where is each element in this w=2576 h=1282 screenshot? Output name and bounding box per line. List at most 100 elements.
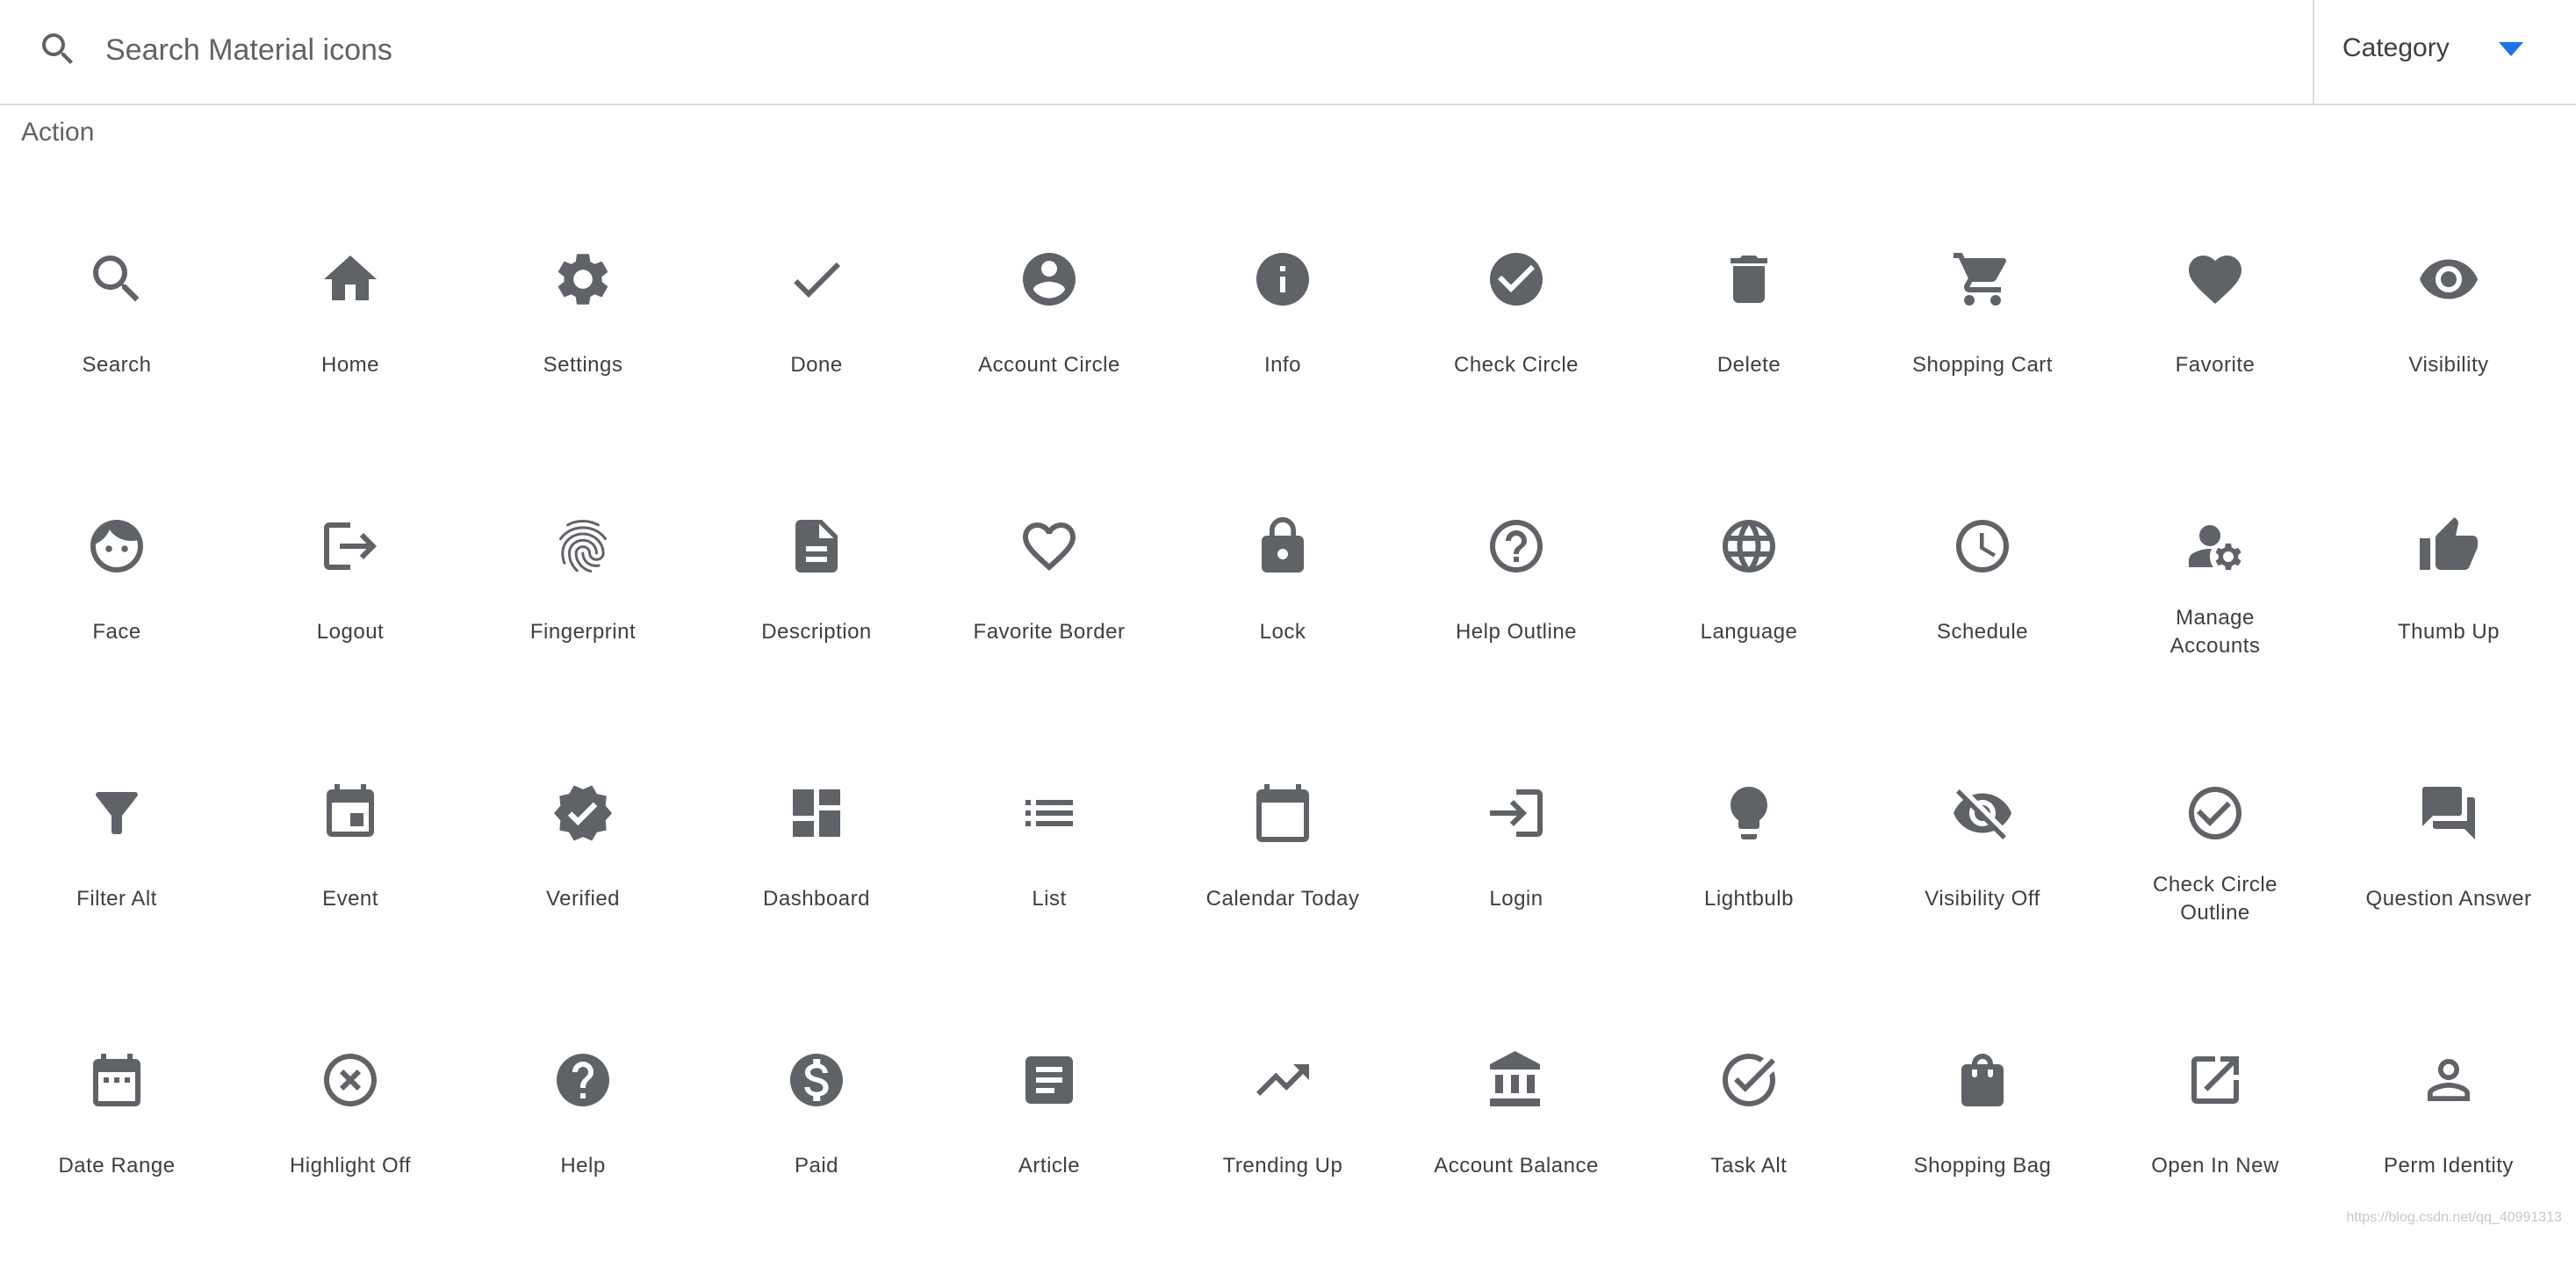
icon-label: Filter Alt bbox=[76, 887, 157, 911]
icon-label: Home bbox=[320, 353, 380, 377]
icon-tile-info[interactable]: Info bbox=[1166, 218, 1400, 481]
icon-label: Thumb Up bbox=[2397, 620, 2500, 644]
icon-label: Description bbox=[761, 620, 872, 644]
face-icon bbox=[85, 515, 148, 578]
icon-tile-settings[interactable]: Settings bbox=[466, 218, 700, 481]
icon-label: Trending Up bbox=[1222, 1154, 1343, 1178]
icon-tile-perm-identity[interactable]: Perm Identity bbox=[2332, 1019, 2565, 1282]
icon-tile-visibility-off[interactable]: Visibility Off bbox=[1866, 752, 2099, 1015]
icon-tile-article[interactable]: Article bbox=[932, 1019, 1166, 1282]
icon-label: Dashboard bbox=[763, 887, 870, 911]
done-icon bbox=[785, 248, 848, 311]
language-icon bbox=[1717, 515, 1781, 578]
icon-label: Question Answer bbox=[2365, 887, 2532, 911]
icon-grid: Search Home Settings Done Account Circle Info… bbox=[0, 0, 2576, 1231]
icon-tile-open-in-new[interactable]: Open In New bbox=[2098, 1019, 2332, 1282]
highlight-off-icon bbox=[319, 1048, 382, 1112]
icon-tile-delete[interactable]: Delete bbox=[1632, 218, 1866, 481]
icon-tile-calendar-today[interactable]: Calendar Today bbox=[1166, 752, 1400, 1015]
icon-tile-shopping-bag[interactable]: Shopping Bag bbox=[1866, 1019, 2099, 1282]
icon-tile-verified[interactable]: Verified bbox=[466, 752, 700, 1015]
icon-tile-filter-alt[interactable]: Filter Alt bbox=[0, 752, 234, 1015]
icon-label: Visibility bbox=[2408, 353, 2489, 377]
help-outline-icon bbox=[1485, 515, 1548, 578]
shopping-bag-icon bbox=[1951, 1048, 2014, 1112]
icon-label: Info bbox=[1263, 353, 1302, 377]
icon-tile-lightbulb[interactable]: Lightbulb bbox=[1632, 752, 1866, 1015]
icon-label: Help Outline bbox=[1455, 620, 1578, 644]
logout-icon bbox=[319, 515, 382, 578]
icon-tile-schedule[interactable]: Schedule bbox=[1866, 485, 2099, 748]
check-circle-outline-icon bbox=[2184, 781, 2247, 845]
icon-tile-done[interactable]: Done bbox=[700, 218, 933, 481]
icon-label: Favorite bbox=[2175, 353, 2256, 377]
visibility-off-icon bbox=[1951, 781, 2014, 845]
icon-tile-home[interactable]: Home bbox=[234, 218, 467, 481]
paid-icon bbox=[785, 1048, 848, 1112]
icon-label: Calendar Today bbox=[1205, 887, 1360, 911]
check-circle-icon bbox=[1485, 248, 1548, 311]
icon-label: Perm Identity bbox=[2384, 1154, 2514, 1178]
description-icon bbox=[785, 515, 848, 578]
icon-tile-paid[interactable]: Paid bbox=[700, 1019, 933, 1282]
icon-tile-dashboard[interactable]: Dashboard bbox=[700, 752, 933, 1015]
icon-tile-account-balance[interactable]: Account Balance bbox=[1400, 1019, 1633, 1282]
icon-tile-manage-accounts[interactable]: Manage Accounts bbox=[2098, 485, 2332, 748]
icon-tile-description[interactable]: Description bbox=[700, 485, 933, 748]
event-icon bbox=[319, 781, 382, 845]
watermark: https://blog.csdn.net/qq_40991313 bbox=[2346, 1210, 2562, 1225]
verified-icon bbox=[551, 781, 615, 845]
manage-accounts-icon bbox=[2184, 515, 2247, 578]
icon-tile-check-circle[interactable]: Check Circle bbox=[1400, 218, 1633, 481]
thumb-up-icon bbox=[2417, 515, 2480, 578]
favorite-icon bbox=[2184, 248, 2247, 311]
icon-tile-login[interactable]: Login bbox=[1400, 752, 1633, 1015]
icon-tile-account-circle[interactable]: Account Circle bbox=[932, 218, 1166, 481]
icon-label: Schedule bbox=[1936, 620, 2029, 644]
icon-tile-trending-up[interactable]: Trending Up bbox=[1166, 1019, 1400, 1282]
icon-tile-highlight-off[interactable]: Highlight Off bbox=[234, 1019, 467, 1282]
account-balance-icon bbox=[1485, 1048, 1548, 1112]
lightbulb-icon bbox=[1717, 781, 1781, 845]
icon-tile-fingerprint[interactable]: Fingerprint bbox=[466, 485, 700, 748]
icon-tile-date-range[interactable]: Date Range bbox=[0, 1019, 234, 1282]
icon-tile-logout[interactable]: Logout bbox=[234, 485, 467, 748]
icon-tile-check-circle-outline[interactable]: Check Circle Outline bbox=[2098, 752, 2332, 1015]
icon-label: Logout bbox=[316, 620, 385, 644]
icon-tile-help-outline[interactable]: Help Outline bbox=[1400, 485, 1633, 748]
icon-label: Search bbox=[82, 353, 152, 377]
icon-label: Check Circle bbox=[1453, 353, 1579, 377]
fingerprint-icon bbox=[551, 515, 615, 578]
icon-tile-shopping-cart[interactable]: Shopping Cart bbox=[1866, 218, 2099, 481]
help-icon bbox=[551, 1048, 615, 1112]
icon-label: Account Circle bbox=[978, 353, 1120, 377]
icon-tile-list[interactable]: List bbox=[932, 752, 1166, 1015]
icon-label: Face bbox=[92, 620, 141, 644]
icon-label: Highlight Off bbox=[289, 1154, 412, 1178]
icon-tile-favorite[interactable]: Favorite bbox=[2098, 218, 2332, 481]
icon-tile-lock[interactable]: Lock bbox=[1166, 485, 1400, 748]
dashboard-icon bbox=[785, 781, 848, 845]
icon-label: Shopping Bag bbox=[1913, 1154, 2052, 1178]
icon-tile-face[interactable]: Face bbox=[0, 485, 234, 748]
icon-tile-thumb-up[interactable]: Thumb Up bbox=[2332, 485, 2565, 748]
icon-tile-task-alt[interactable]: Task Alt bbox=[1632, 1019, 1866, 1282]
icon-tile-search[interactable]: Search bbox=[0, 218, 234, 481]
icon-tile-visibility[interactable]: Visibility bbox=[2332, 218, 2565, 481]
icon-label: Fingerprint bbox=[529, 620, 637, 644]
lock-icon bbox=[1251, 515, 1314, 578]
open-in-new-icon bbox=[2184, 1048, 2247, 1112]
icon-tile-help[interactable]: Help bbox=[466, 1019, 700, 1282]
icon-tile-favorite-border[interactable]: Favorite Border bbox=[932, 485, 1166, 748]
search-icon bbox=[85, 248, 148, 311]
list-icon bbox=[1018, 781, 1081, 845]
favorite-border-icon bbox=[1018, 515, 1081, 578]
icon-tile-question-answer[interactable]: Question Answer bbox=[2332, 752, 2565, 1015]
icon-tile-language[interactable]: Language bbox=[1632, 485, 1866, 748]
icon-tile-event[interactable]: Event bbox=[234, 752, 467, 1015]
icon-label: Login bbox=[1489, 887, 1543, 911]
trending-up-icon bbox=[1251, 1048, 1314, 1112]
article-icon bbox=[1018, 1048, 1081, 1112]
account-circle-icon bbox=[1018, 248, 1081, 311]
icon-label: Settings bbox=[543, 353, 623, 377]
